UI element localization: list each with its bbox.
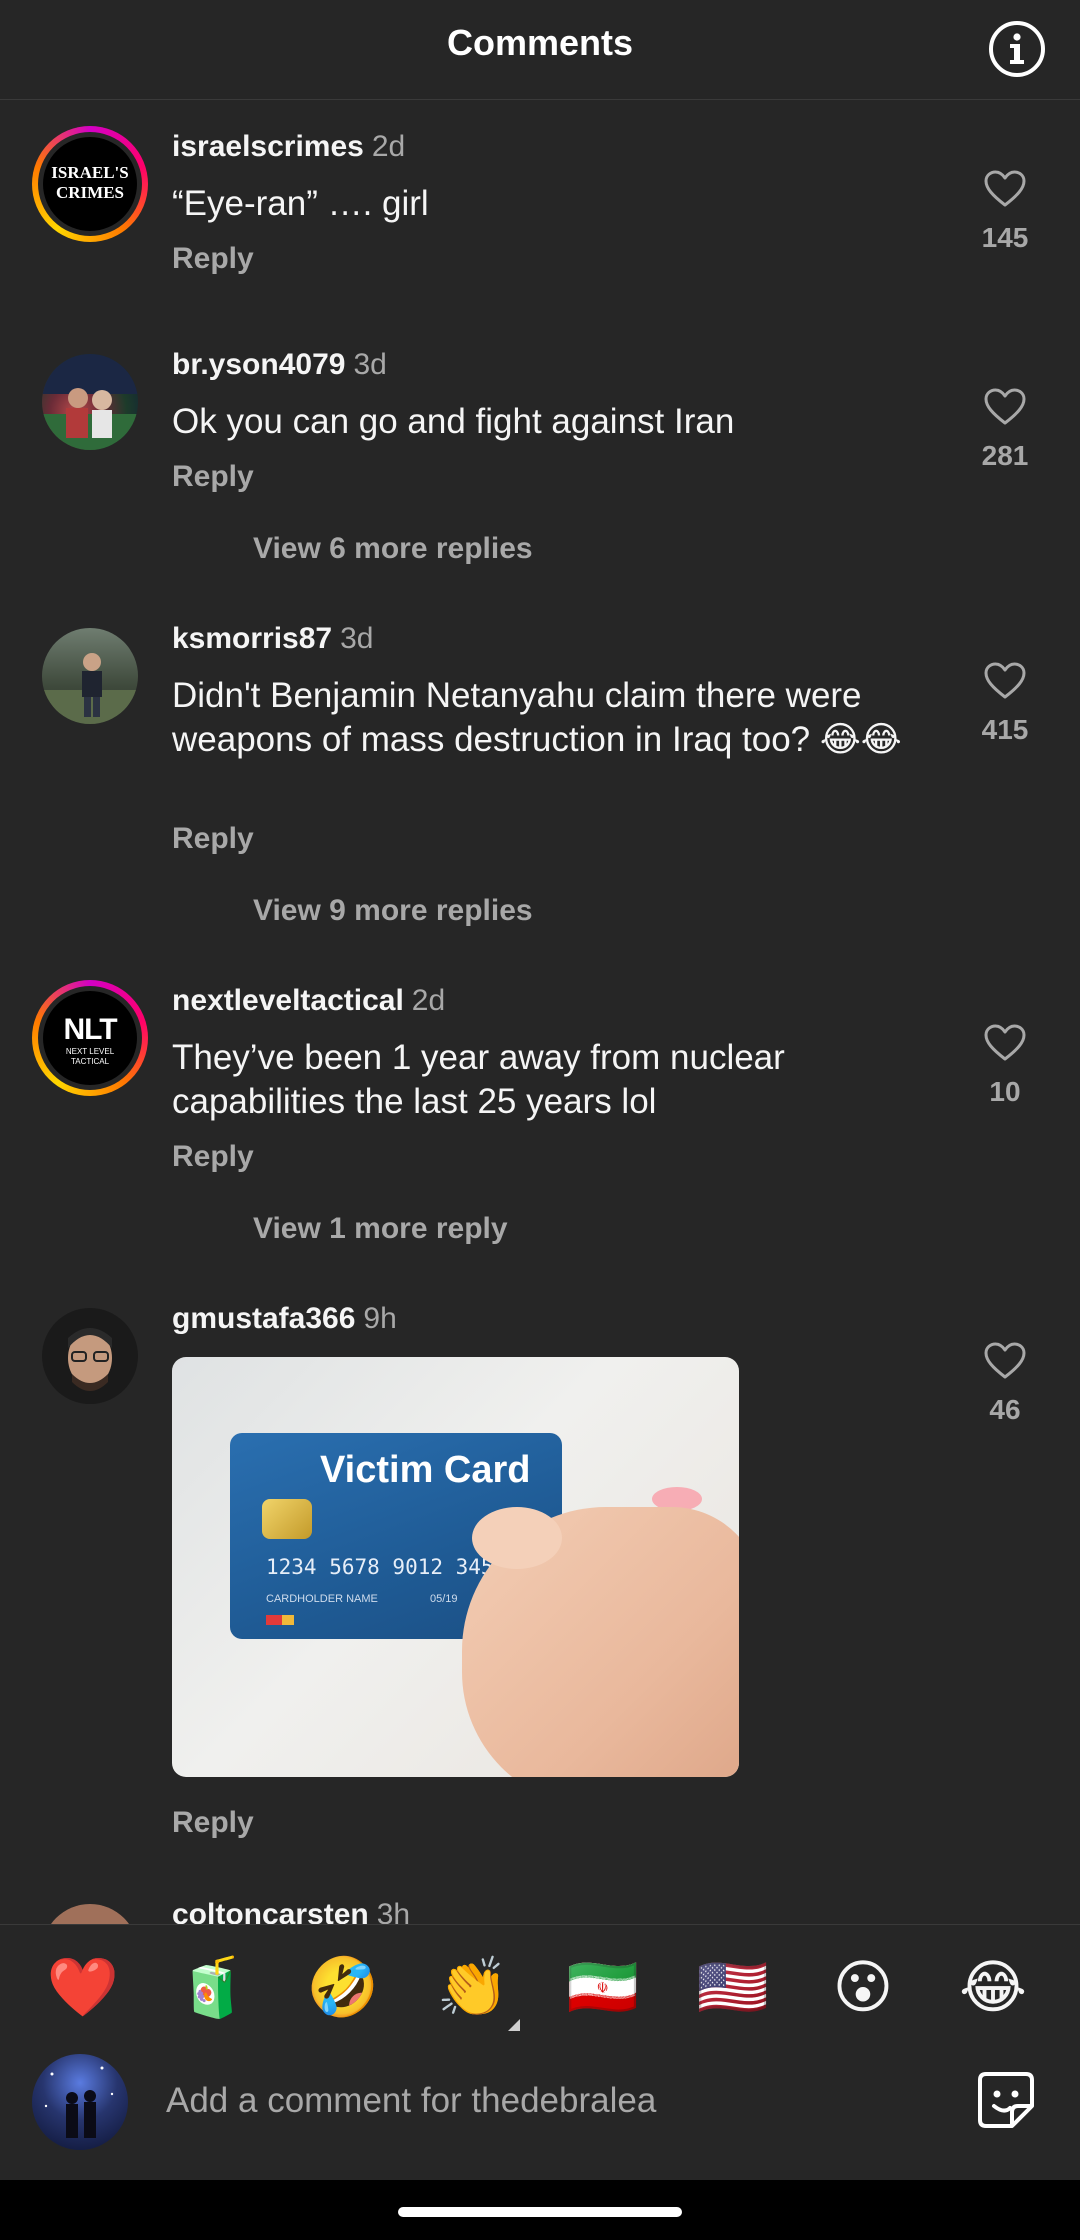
comment-meta: nextleveltactical 2d xyxy=(172,984,445,1018)
card-logo-2 xyxy=(282,1615,294,1625)
avatar-logo-subtext: NEXT LEVEL TACTICAL xyxy=(65,1047,115,1066)
view-more-replies[interactable]: View 9 more replies xyxy=(253,894,533,928)
emoji-tears-of-joy[interactable]: 😂 xyxy=(953,1951,1033,2023)
my-avatar[interactable] xyxy=(32,2054,128,2150)
avatar[interactable] xyxy=(42,354,138,450)
home-indicator[interactable] xyxy=(398,2207,682,2217)
like-count: 46 xyxy=(989,1394,1021,1425)
card-holder: CARDHOLDER NAME xyxy=(266,1593,378,1605)
heart-icon xyxy=(984,1342,1026,1379)
avatar[interactable] xyxy=(42,1904,138,1924)
comment-time: 3h xyxy=(376,1898,411,1924)
reply-button[interactable]: Reply xyxy=(172,822,254,856)
thumb xyxy=(472,1507,562,1569)
comment-meta: coltoncarsten 3h xyxy=(172,1898,410,1924)
card-expiry: 05/19 xyxy=(430,1593,458,1605)
page-title: Comments xyxy=(446,22,634,63)
comment-time: 9h xyxy=(363,1302,397,1335)
like-button[interactable]: 281 xyxy=(960,388,1050,472)
comment-meta: ksmorris87 3d xyxy=(172,622,373,656)
comment-time: 2d xyxy=(371,130,406,163)
card-title: Victim Card xyxy=(320,1449,531,1491)
comment-meta: israelscrimes 2d xyxy=(172,130,405,164)
comment-username[interactable]: br.yson4079 xyxy=(172,348,345,381)
emoji-bar: ❤️ 🧃 🤣 👏 🇮🇷 🇺🇸 😮 😂 xyxy=(0,1924,1080,2050)
comment-text: Didn't Benjamin Netanyahu claim there we… xyxy=(172,676,902,759)
comment-time: 3d xyxy=(353,348,387,381)
emoji-flag-usa[interactable]: 🇺🇸 xyxy=(693,1951,773,2023)
reply-button[interactable]: Reply xyxy=(172,1806,254,1840)
comments-list[interactable]: ISRAEL'S CRIMES israelscrimes 2d “Eye-ran”… xyxy=(0,100,1080,1924)
emoji-juice-box[interactable]: 🧃 xyxy=(173,1951,253,2023)
comment-username[interactable]: nextleveltactical xyxy=(172,984,404,1017)
comment-composer xyxy=(0,2050,1080,2180)
like-count: 415 xyxy=(981,714,1029,745)
comment-meta: gmustafa366 9h xyxy=(172,1302,397,1336)
comment-text: “Eye-ran” …. girl xyxy=(172,184,429,223)
comment-text: They’ve been 1 year away from nuclear ca… xyxy=(172,1038,785,1121)
avatar[interactable]: ISRAEL'S CRIMES xyxy=(32,126,148,242)
heart-icon xyxy=(984,170,1026,207)
comment-gif[interactable]: Victim Card 1234 5678 9012 3456 CARDHOLD… xyxy=(172,1357,739,1777)
emoji-clap[interactable]: 👏 xyxy=(433,1951,513,2023)
comment-username[interactable]: ksmorris87 xyxy=(172,622,332,655)
like-button[interactable]: 415 xyxy=(960,662,1050,746)
info-icon[interactable] xyxy=(987,19,1047,79)
avatar[interactable] xyxy=(42,1308,138,1404)
comment-time: 2d xyxy=(411,984,446,1017)
comment-username[interactable]: gmustafa366 xyxy=(172,1302,355,1335)
avatar-logo-text: NLT xyxy=(63,1013,117,1046)
like-count: 145 xyxy=(981,222,1029,253)
emoji-heart[interactable]: ❤️ xyxy=(43,1951,123,2023)
comment-username[interactable]: coltoncarsten xyxy=(172,1898,369,1924)
comments-header: Comments xyxy=(0,0,1080,100)
heart-icon xyxy=(984,662,1026,699)
emoji-rofl[interactable]: 🤣 xyxy=(303,1951,383,2023)
heart-icon xyxy=(984,1024,1026,1061)
reply-button[interactable]: Reply xyxy=(172,460,254,494)
view-more-replies[interactable]: View 6 more replies xyxy=(253,532,533,566)
comment-time: 3d xyxy=(340,622,374,655)
sticker-icon[interactable] xyxy=(974,2068,1038,2132)
like-button[interactable]: 10 xyxy=(960,1024,1050,1108)
skin-tone-indicator xyxy=(508,2019,520,2031)
emoji-surprised[interactable]: 😮 xyxy=(823,1951,903,2023)
card-chip xyxy=(262,1499,312,1539)
heart-icon xyxy=(984,388,1026,425)
card-number: 1234 5678 9012 3456 xyxy=(266,1555,507,1579)
avatar[interactable] xyxy=(42,628,138,724)
comment-meta: br.yson4079 3d xyxy=(172,348,387,382)
comment-input[interactable] xyxy=(166,2076,906,2126)
reply-button[interactable]: Reply xyxy=(172,1140,254,1174)
like-button[interactable]: 145 xyxy=(960,170,1050,254)
like-count: 281 xyxy=(981,440,1029,471)
like-count: 10 xyxy=(989,1076,1021,1107)
emoji-flag-iran[interactable]: 🇮🇷 xyxy=(563,1951,643,2023)
system-nav-bar xyxy=(0,2180,1080,2240)
comment-text: Ok you can go and fight against Iran xyxy=(172,402,735,441)
reply-button[interactable]: Reply xyxy=(172,242,254,276)
like-button[interactable]: 46 xyxy=(960,1342,1050,1426)
view-more-replies[interactable]: View 1 more reply xyxy=(253,1212,508,1246)
comment-username[interactable]: israelscrimes xyxy=(172,130,364,163)
avatar-logo-text: ISRAEL'S CRIMES xyxy=(51,163,129,202)
avatar[interactable]: NLT NEXT LEVEL TACTICAL xyxy=(32,980,148,1096)
